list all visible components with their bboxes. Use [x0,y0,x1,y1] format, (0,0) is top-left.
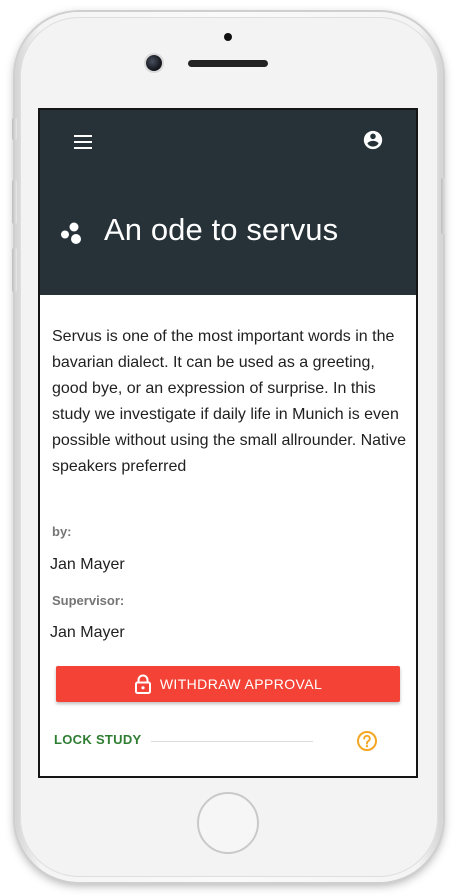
supervisor-name: Jan Mayer [50,624,125,641]
app-header: An ode to servus [40,110,416,295]
phone-sensor [224,33,232,41]
phone-speaker [188,60,268,67]
account-circle-icon[interactable] [362,129,384,151]
author-name: Jan Mayer [50,556,125,573]
menu-icon[interactable] [74,135,94,151]
phone-side-button [12,118,17,140]
phone-camera [146,55,162,71]
phone-power-button [441,178,446,234]
withdraw-approval-button[interactable]: WITHDRAW APPROVAL [56,666,400,702]
app-screen: An ode to servus Servus is one of the mo… [38,108,418,778]
supervisor-label: Supervisor: [52,593,125,608]
author-label: by: [52,524,72,539]
phone-volume-down-button [12,248,17,292]
bubbles-logo-icon [61,222,81,244]
divider [151,741,313,742]
study-description: Servus is one of the most important word… [52,328,406,475]
phone-home-button[interactable] [197,792,259,854]
help-circle-icon[interactable] [356,730,378,752]
lock-icon [134,674,151,694]
withdraw-approval-label: WITHDRAW APPROVAL [159,676,323,692]
page-title: An ode to servus [104,212,339,247]
lock-study-button[interactable]: LOCK STUDY [54,732,142,747]
phone-volume-up-button [12,180,17,224]
